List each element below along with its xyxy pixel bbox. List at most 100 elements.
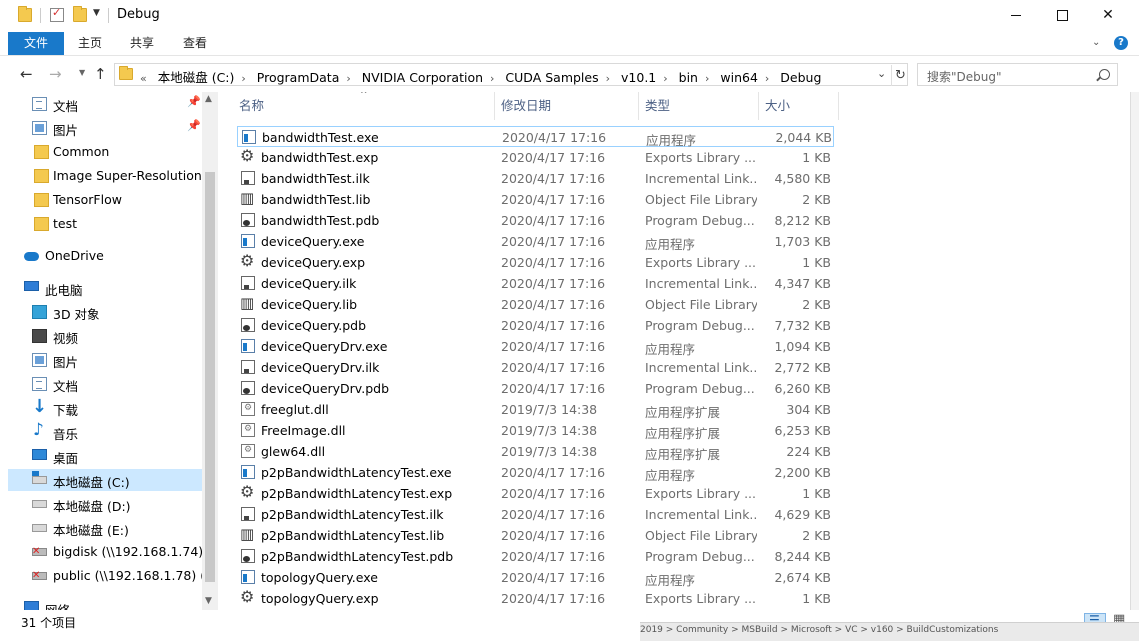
- tab-home[interactable]: 主页: [78, 32, 102, 55]
- nav-item[interactable]: public (\\192.168.1.78) (Z: [8, 565, 204, 587]
- nav-item[interactable]: Common: [8, 141, 204, 163]
- refresh-icon[interactable]: ↻: [891, 65, 909, 86]
- column-divider[interactable]: [758, 92, 759, 120]
- column-header-name[interactable]: 名称: [239, 92, 264, 120]
- file-row[interactable]: p2pBandwidthLatencyTest.exe 2020/4/17 17:…: [237, 462, 834, 483]
- forward-arrow-icon[interactable]: →: [49, 65, 62, 83]
- file-row[interactable]: deviceQueryDrv.pdb 2020/4/17 17:16 Program…: [237, 378, 834, 399]
- nav-scroll-thumb[interactable]: [205, 172, 215, 582]
- nav-item[interactable]: 图片 📌: [8, 117, 204, 139]
- crumb-separator-icon[interactable]: ›: [705, 72, 709, 85]
- file-size: 6,260 KB: [774, 381, 831, 396]
- nav-item[interactable]: 文档: [8, 373, 204, 395]
- nav-item[interactable]: OneDrive: [8, 245, 204, 267]
- maximize-button[interactable]: [1039, 0, 1085, 30]
- search-input[interactable]: 搜索"Debug": [917, 63, 1118, 86]
- new-folder-icon[interactable]: [73, 6, 87, 22]
- nav-scrollbar[interactable]: ▲ ▼: [202, 92, 218, 610]
- nav-item[interactable]: TensorFlow: [8, 189, 204, 211]
- file-row[interactable]: bandwidthTest.exp 2020/4/17 17:16 Exports …: [237, 146, 834, 168]
- nav-item[interactable]: 网络: [8, 597, 204, 610]
- help-icon[interactable]: ?: [1114, 36, 1128, 50]
- nav-item[interactable]: 桌面: [8, 445, 204, 467]
- crumb-win64[interactable]: win64: [720, 70, 758, 85]
- properties-icon[interactable]: [50, 6, 64, 22]
- nav-item[interactable]: Image Super-Resolution: [8, 165, 204, 187]
- column-header-size[interactable]: 大小: [765, 92, 790, 120]
- pin-icon[interactable]: 📌: [187, 95, 201, 108]
- nav-item[interactable]: 音乐: [8, 421, 204, 443]
- crumb-separator-icon[interactable]: ›: [765, 72, 769, 85]
- file-row[interactable]: bandwidthTest.lib 2020/4/17 17:16 Object F…: [237, 189, 834, 210]
- tab-view[interactable]: 查看: [183, 32, 207, 55]
- tab-share[interactable]: 共享: [130, 32, 154, 55]
- crumb-drive-c[interactable]: 本地磁盘 (C:): [158, 67, 235, 86]
- file-row[interactable]: deviceQuery.ilk 2020/4/17 17:16 Incrementa…: [237, 273, 834, 294]
- file-row[interactable]: deviceQuery.pdb 2020/4/17 17:16 Program De…: [237, 315, 834, 336]
- file-row[interactable]: glew64.dll 2019/7/3 14:38 应用程序扩展 224 KB: [237, 441, 834, 462]
- column-divider[interactable]: [638, 92, 639, 120]
- column-divider[interactable]: [838, 92, 839, 120]
- scroll-down-icon[interactable]: ▼: [205, 596, 212, 606]
- file-row[interactable]: deviceQueryDrv.ilk 2020/4/17 17:16 Increme…: [237, 357, 834, 378]
- crumb-separator-icon[interactable]: ›: [241, 72, 245, 85]
- crumb-separator-icon[interactable]: ›: [346, 72, 350, 85]
- nav-item[interactable]: 此电脑: [8, 277, 204, 299]
- file-row[interactable]: bandwidthTest.exe 2020/4/17 17:16 应用程序 2,04…: [237, 126, 834, 148]
- address-bar[interactable]: « 本地磁盘 (C:) › ProgramData › NVIDIA Corpora…: [114, 63, 908, 86]
- crumb-version[interactable]: v10.1: [621, 70, 656, 85]
- file-row[interactable]: FreeImage.dll 2019/7/3 14:38 应用程序扩展 6,253 K…: [237, 420, 834, 441]
- column-header-type[interactable]: 类型: [645, 92, 670, 120]
- pin-icon[interactable]: 📌: [187, 119, 201, 132]
- close-button[interactable]: ✕: [1085, 0, 1131, 30]
- file-row[interactable]: deviceQueryDrv.exe 2020/4/17 17:16 应用程序 1,0…: [237, 336, 834, 357]
- expand-ribbon-icon[interactable]: ⌄: [1092, 37, 1100, 48]
- nav-item[interactable]: 3D 对象: [8, 301, 204, 323]
- file-row[interactable]: freeglut.dll 2019/7/3 14:38 应用程序扩展 304 KB: [237, 399, 834, 420]
- crumb-bin[interactable]: bin: [679, 70, 698, 85]
- file-row[interactable]: p2pBandwidthLatencyTest.pdb 2020/4/17 17:…: [237, 546, 834, 567]
- crumb-separator-icon[interactable]: ›: [490, 72, 494, 85]
- tab-file[interactable]: 文件: [8, 32, 64, 55]
- crumb-cuda-samples[interactable]: CUDA Samples: [505, 70, 598, 85]
- nav-item[interactable]: test: [8, 213, 204, 235]
- crumb-nvidia[interactable]: NVIDIA Corporation: [362, 70, 483, 85]
- file-row[interactable]: p2pBandwidthLatencyTest.exp 2020/4/17 17:…: [237, 482, 834, 504]
- column-divider[interactable]: [494, 92, 495, 120]
- list-scrollbar[interactable]: [1110, 92, 1118, 610]
- nav-item[interactable]: 文档 📌: [8, 93, 204, 115]
- up-arrow-icon[interactable]: ↑: [94, 65, 107, 83]
- file-size: 2 KB: [802, 528, 831, 543]
- minimize-button[interactable]: [993, 0, 1039, 30]
- file-row[interactable]: deviceQuery.exe 2020/4/17 17:16 应用程序 1,703 …: [237, 231, 834, 252]
- overflow-chevron-icon[interactable]: «: [140, 72, 147, 85]
- nav-item[interactable]: 图片: [8, 349, 204, 371]
- back-arrow-icon[interactable]: ←: [20, 65, 33, 83]
- crumb-separator-icon[interactable]: ›: [606, 72, 610, 85]
- nav-item[interactable]: 本地磁盘 (D:): [8, 493, 204, 515]
- file-row[interactable]: topologyQuery.exp 2020/4/17 17:16 Exports …: [237, 587, 834, 609]
- file-row[interactable]: deviceQuery.exp 2020/4/17 17:16 Exports Li…: [237, 251, 834, 273]
- file-row[interactable]: topologyQuery.exe 2020/4/17 17:16 应用程序 2,67…: [237, 567, 834, 588]
- nav-item[interactable]: 本地磁盘 (E:): [8, 517, 204, 539]
- file-row[interactable]: p2pBandwidthLatencyTest.ilk 2020/4/17 17:…: [237, 504, 834, 525]
- scroll-up-icon[interactable]: ▲: [205, 94, 212, 104]
- file-row[interactable]: deviceQuery.lib 2020/4/17 17:16 Object Fil…: [237, 294, 834, 315]
- quick-access-dropdown-icon[interactable]: ▼: [93, 8, 100, 18]
- address-history-chevron-icon[interactable]: ⌄: [877, 67, 886, 80]
- file-row[interactable]: p2pBandwidthLatencyTest.lib 2020/4/17 17:…: [237, 525, 834, 546]
- crumb-separator-icon[interactable]: ›: [663, 72, 667, 85]
- nav-item[interactable]: 本地磁盘 (C:): [8, 469, 204, 491]
- nav-item[interactable]: 下载: [8, 397, 204, 419]
- recent-locations-icon[interactable]: ▼: [79, 68, 85, 77]
- column-header-date[interactable]: 修改日期: [501, 92, 551, 120]
- nav-item[interactable]: 视频: [8, 325, 204, 347]
- search-icon[interactable]: [1099, 69, 1110, 80]
- crumb-debug[interactable]: Debug: [780, 70, 821, 85]
- file-row[interactable]: bandwidthTest.ilk 2020/4/17 17:16 Incremen…: [237, 168, 834, 189]
- folder-icon: [34, 193, 49, 207]
- file-size: 4,629 KB: [774, 507, 831, 522]
- nav-item[interactable]: bigdisk (\\192.168.1.74): [8, 541, 204, 563]
- crumb-programdata[interactable]: ProgramData: [257, 70, 340, 85]
- file-row[interactable]: bandwidthTest.pdb 2020/4/17 17:16 Program …: [237, 210, 834, 231]
